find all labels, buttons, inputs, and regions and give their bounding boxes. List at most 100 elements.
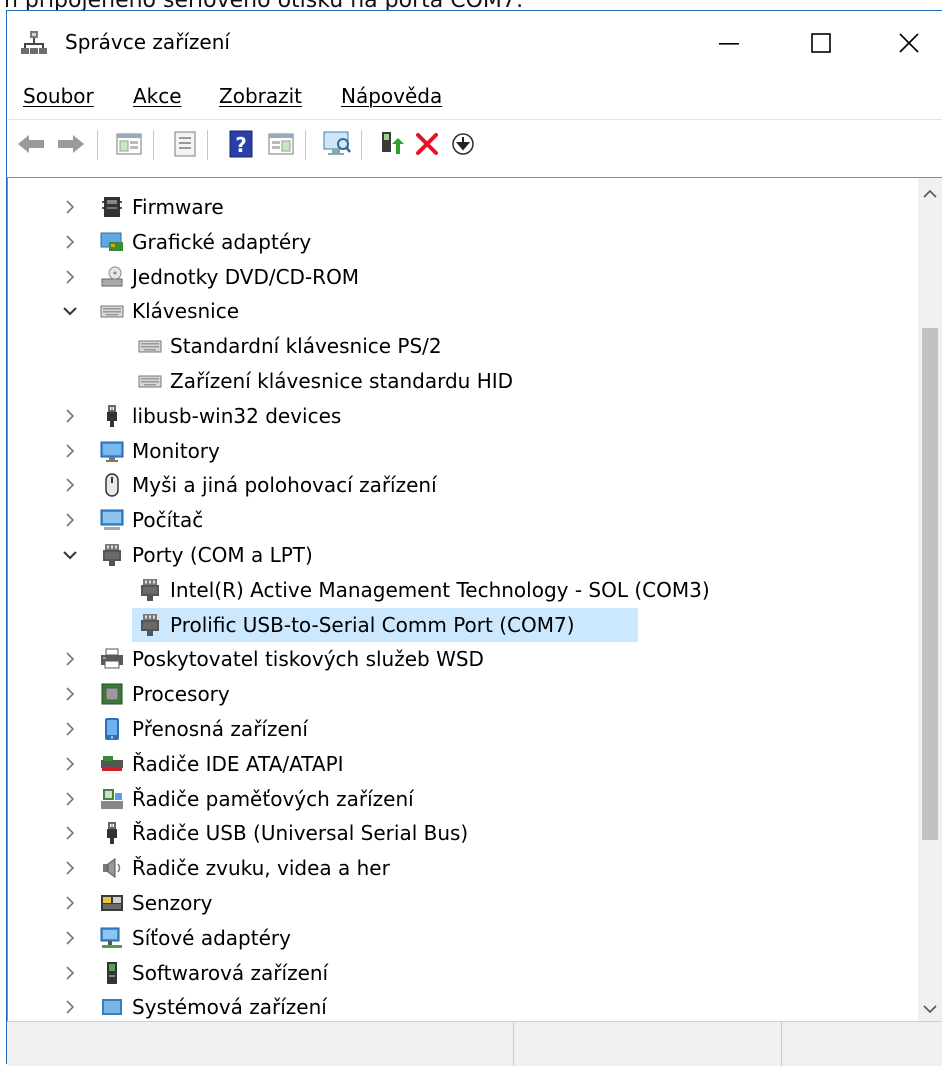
chevron-right-icon[interactable] [60, 441, 80, 461]
mouse-icon [105, 473, 119, 498]
tree-item-poskytovatel-tiskovych-sluzeb-wsd[interactable]: Poskytovatel tiskových služeb WSD [8, 642, 918, 676]
keyboard-icon [100, 305, 124, 318]
tree-item-label: Klávesnice [132, 299, 240, 324]
tree-item-label: Zařízení klávesnice standardu HID [170, 369, 514, 393]
toolbar-separator [153, 130, 154, 160]
ide-controller-icon [101, 755, 123, 771]
help-button[interactable]: ? [225, 128, 257, 160]
svg-text:?: ? [235, 133, 247, 157]
tree-item-label: Řadiče paměťových zařízení [132, 786, 414, 811]
chevron-right-icon[interactable] [60, 406, 80, 426]
maximize-icon [811, 33, 831, 53]
device-tree-pane[interactable]: Firmware Grafické adaptéry Jednotky DVD/CD… [7, 177, 942, 1021]
tree-item-softwarova-zarizeni[interactable]: Softwarová zařízení [8, 956, 918, 990]
chevron-right-icon[interactable] [60, 858, 80, 878]
scroll-down-button[interactable] [918, 997, 942, 1021]
chevron-right-icon[interactable] [60, 719, 80, 739]
tree-item-senzory[interactable]: Senzory [8, 886, 918, 920]
printer-icon [101, 648, 123, 669]
show-hide-console-tree-button[interactable] [113, 128, 145, 160]
tree-item-procesory[interactable]: Procesory [8, 677, 918, 711]
window-title: Správce zařízení [65, 30, 230, 54]
status-separator [781, 1022, 782, 1066]
chevron-down-icon[interactable] [60, 301, 80, 321]
chevron-down-icon[interactable] [60, 545, 80, 565]
properties-icon [174, 131, 196, 157]
tree-item-sitove-adaptery[interactable]: Síťové adaptéry [8, 921, 918, 955]
tree-item-label: Prolific USB-to-Serial Comm Port (COM7) [170, 612, 575, 637]
tree-item-label: Systémová zařízení [132, 995, 327, 1020]
action-view-icon [268, 133, 294, 155]
tree-item-label: libusb-win32 devices [132, 403, 342, 428]
tree-item-porty-com-a-lpt[interactable]: Porty (COM a LPT) [8, 538, 918, 572]
vertical-scrollbar[interactable] [918, 178, 942, 1021]
tree-item-intel-r-active-management-technology-sol-com3[interactable]: Intel(R) Active Management Technology - … [8, 573, 918, 607]
tree-item-prolific-usb-to-serial-comm-port-com7[interactable]: Prolific USB-to-Serial Comm Port (COM7) [8, 607, 918, 642]
uninstall-icon [416, 133, 438, 155]
action-pane-button[interactable] [265, 128, 297, 160]
back-button[interactable] [15, 128, 47, 160]
properties-button[interactable] [169, 128, 201, 160]
chevron-right-icon[interactable] [60, 893, 80, 913]
tree-item-klavesnice[interactable]: Klávesnice [8, 294, 918, 328]
update-driver-button[interactable] [375, 128, 407, 160]
tree-item-prenosna-zarizeni[interactable]: Přenosná zařízení [8, 712, 918, 746]
chevron-right-icon[interactable] [60, 928, 80, 948]
tree-item-label: Standardní klávesnice PS/2 [170, 334, 442, 359]
chevron-right-icon[interactable] [60, 754, 80, 774]
scroll-up-button[interactable] [918, 182, 942, 206]
device-view-icon [116, 133, 142, 155]
device-manager-icon [21, 31, 47, 54]
tree-item-radice-ide-ata-atapi[interactable]: Řadiče IDE ATA/ATAPI [8, 747, 918, 781]
chevron-right-icon[interactable] [60, 684, 80, 704]
tree-item-monitory[interactable]: Monitory [8, 434, 918, 468]
dvd-drive-icon [101, 266, 123, 287]
tree-item-systemova-zarizeni[interactable]: Systémová zařízení [8, 990, 918, 1021]
tree-item-pocitac[interactable]: Počítač [8, 503, 918, 537]
chevron-right-icon[interactable] [60, 789, 80, 809]
tree-item-radice-zvuku-videa-a-her[interactable]: Řadiče zvuku, videa a her [8, 851, 918, 885]
tree-item-label: Intel(R) Active Management Technology - … [170, 577, 710, 602]
chevron-right-icon[interactable] [60, 510, 80, 530]
toolbar-separator [305, 130, 306, 160]
chevron-right-icon[interactable] [60, 267, 80, 287]
maximize-button[interactable] [799, 23, 843, 63]
tree-item-label: Monitory [132, 438, 220, 463]
chevron-right-icon[interactable] [60, 232, 80, 252]
chevron-right-icon[interactable] [60, 475, 80, 495]
menu-akce[interactable]: Akce [133, 81, 182, 111]
tree-item-label: Softwarová zařízení [132, 960, 329, 985]
tree-item-mysi-a-jina-polohovaci-zarizeni[interactable]: Myši a jiná polohovací zařízení [8, 468, 918, 502]
scrollbar-thumb[interactable] [922, 328, 938, 840]
minimize-button[interactable] [707, 23, 751, 63]
chevron-right-icon[interactable] [60, 197, 80, 217]
menu-napoveda[interactable]: Nápověda [341, 81, 442, 111]
tree-item-radice-pametovych-zarizeni[interactable]: Řadiče paměťových zařízení [8, 782, 918, 816]
title-bar[interactable]: Správce zařízení [7, 11, 942, 73]
tree-item-libusb-win32-devices[interactable]: libusb-win32 devices [8, 399, 918, 433]
tree-item-graficke-adaptery[interactable]: Grafické adaptéry [8, 225, 918, 259]
tree-item-radice-usb-universal-serial-bus[interactable]: Řadiče USB (Universal Serial Bus) [8, 816, 918, 850]
storage-controller-icon [101, 788, 123, 809]
close-button[interactable] [887, 23, 931, 63]
chevron-right-icon[interactable] [60, 963, 80, 983]
scan-hardware-button[interactable] [321, 128, 353, 160]
toolbar-separator [207, 130, 208, 160]
keyboard-icon [138, 375, 162, 388]
chevron-right-icon[interactable] [60, 823, 80, 843]
forward-button[interactable] [55, 128, 87, 160]
disable-device-button[interactable] [447, 128, 479, 160]
status-bar [7, 1021, 942, 1066]
tree-item-standardni-klavesnice-ps-2[interactable]: Standardní klávesnice PS/2 [8, 329, 918, 363]
tree-item-label: Senzory [132, 891, 213, 915]
menu-zobrazit[interactable]: Zobrazit [219, 81, 302, 111]
tree-item-firmware[interactable]: Firmware [8, 190, 918, 224]
tree-item-label: Řadiče USB (Universal Serial Bus) [132, 821, 469, 846]
tree-item-zarizeni-klavesnice-standardu-hid[interactable]: Zařízení klávesnice standardu HID [8, 364, 918, 398]
tree-item-jednotky-dvd-cd-rom[interactable]: Jednotky DVD/CD-ROM [8, 260, 918, 294]
menu-soubor[interactable]: Soubor [23, 81, 94, 111]
keyboard-icon [138, 340, 162, 353]
uninstall-device-button[interactable] [411, 128, 443, 160]
chevron-right-icon[interactable] [60, 997, 80, 1017]
chevron-right-icon[interactable] [60, 649, 80, 669]
